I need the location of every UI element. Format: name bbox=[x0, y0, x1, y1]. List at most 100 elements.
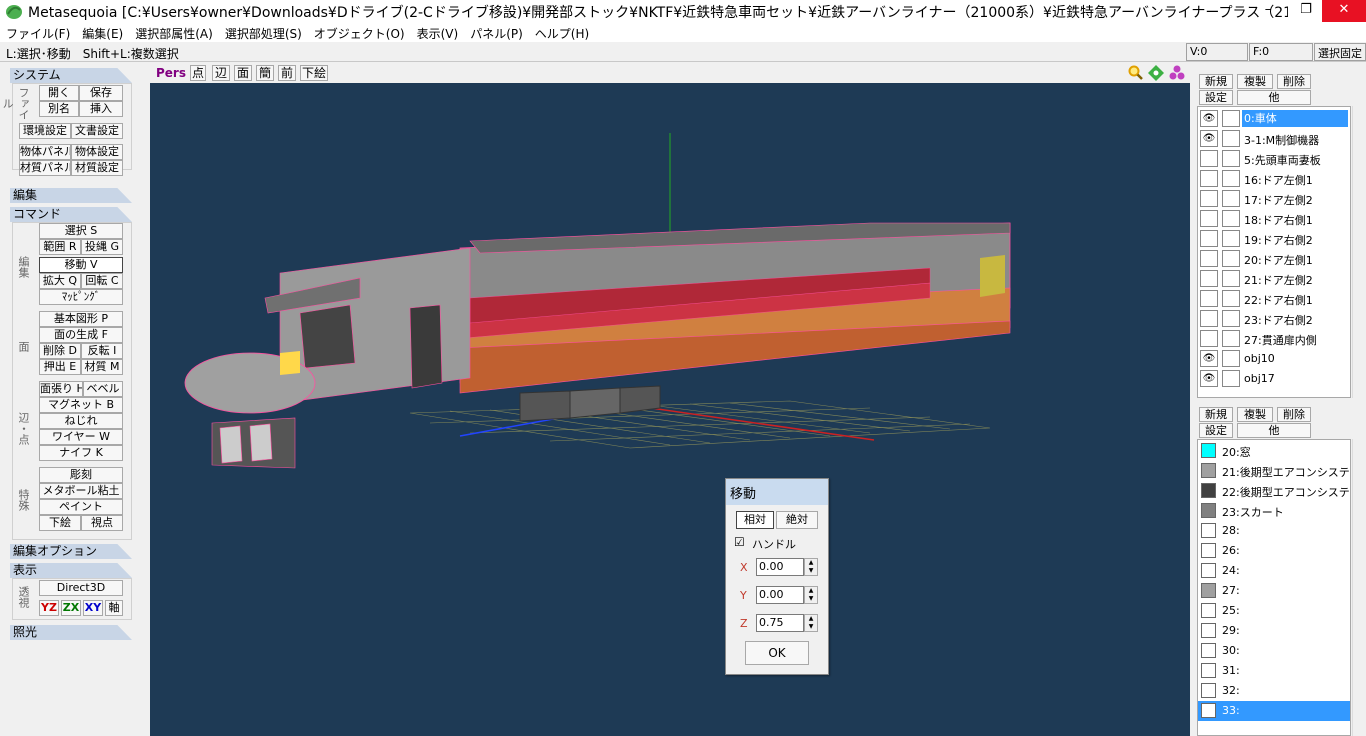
range-button[interactable]: 範囲 R bbox=[39, 239, 81, 255]
object-row[interactable]: 19:ドア右側2 bbox=[1198, 229, 1350, 249]
material-other-button[interactable]: 他 bbox=[1237, 423, 1311, 438]
face-toggle[interactable]: 面 bbox=[234, 65, 252, 81]
bevel-button[interactable]: ベベル bbox=[83, 381, 123, 397]
insert-button[interactable]: 挿入 bbox=[79, 101, 123, 117]
mapping-button[interactable]: ﾏｯﾋﾟﾝｸﾞ bbox=[39, 289, 123, 305]
material-row[interactable]: 29: bbox=[1198, 621, 1350, 641]
menu-selection-proc[interactable]: 選択部処理(S) bbox=[219, 25, 308, 42]
lock-toggle[interactable] bbox=[1222, 150, 1240, 167]
lock-toggle[interactable] bbox=[1222, 130, 1240, 147]
edit-options-header[interactable]: 編集オプション bbox=[10, 544, 132, 559]
object-settings-button[interactable]: 設定 bbox=[1199, 90, 1233, 105]
visibility-eye-icon[interactable]: 👁 bbox=[1200, 350, 1218, 367]
system-header[interactable]: システム bbox=[10, 68, 132, 83]
material-settings-button[interactable]: 設定 bbox=[1199, 423, 1233, 438]
absolute-button[interactable]: 絶対 bbox=[776, 511, 818, 529]
menu-selection-attr[interactable]: 選択部属性(A) bbox=[129, 25, 219, 42]
object-row[interactable]: 👁 obj10 bbox=[1198, 349, 1350, 369]
lock-toggle[interactable] bbox=[1222, 290, 1240, 307]
open-button[interactable]: 開く bbox=[39, 85, 79, 101]
object-row[interactable]: 20:ドア左側1 bbox=[1198, 249, 1350, 269]
command-header[interactable]: コマンド bbox=[10, 207, 132, 222]
visibility-eye-icon[interactable] bbox=[1200, 170, 1218, 187]
save-as-button[interactable]: 別名 bbox=[39, 101, 79, 117]
object-row[interactable]: 5:先頭車両妻板 bbox=[1198, 149, 1350, 169]
scale-button[interactable]: 拡大 Q bbox=[39, 273, 81, 289]
material-copy-button[interactable]: 複製 bbox=[1237, 407, 1273, 422]
object-row[interactable]: 17:ドア左側2 bbox=[1198, 189, 1350, 209]
lock-toggle[interactable] bbox=[1222, 250, 1240, 267]
paint-button[interactable]: ペイント bbox=[39, 499, 123, 515]
z-input[interactable]: 0.75 bbox=[756, 614, 804, 632]
simple-toggle[interactable]: 簡 bbox=[256, 65, 274, 81]
visibility-eye-icon[interactable] bbox=[1200, 190, 1218, 207]
material-row[interactable]: 26: bbox=[1198, 541, 1350, 561]
edge-toggle[interactable]: 辺 bbox=[212, 65, 230, 81]
xy-view-button[interactable]: XY bbox=[83, 600, 103, 616]
direct3d-button[interactable]: Direct3D bbox=[39, 580, 123, 596]
object-other-button[interactable]: 他 bbox=[1237, 90, 1311, 105]
visibility-eye-icon[interactable] bbox=[1200, 310, 1218, 327]
sculpt-button[interactable]: 彫刻 bbox=[39, 467, 123, 483]
ok-button[interactable]: OK bbox=[745, 641, 809, 665]
object-row[interactable]: 16:ドア左側1 bbox=[1198, 169, 1350, 189]
zoom-icon[interactable] bbox=[1128, 65, 1144, 81]
object-row[interactable]: 👁 0:車体 bbox=[1198, 109, 1350, 129]
material-delete-button[interactable]: 削除 bbox=[1277, 407, 1311, 422]
material-row[interactable]: 30: bbox=[1198, 641, 1350, 661]
zx-view-button[interactable]: ZX bbox=[61, 600, 81, 616]
material-button[interactable]: 材質 M bbox=[81, 359, 123, 375]
object-row[interactable]: 👁 obj17 bbox=[1198, 369, 1350, 389]
x-spinner[interactable]: ▲ ▼ bbox=[804, 558, 818, 576]
twist-button[interactable]: ねじれ bbox=[39, 413, 123, 429]
material-row[interactable]: 25: bbox=[1198, 601, 1350, 621]
z-spinner[interactable]: ▲ ▼ bbox=[804, 614, 818, 632]
menu-view[interactable]: 表示(V) bbox=[411, 25, 465, 42]
material-settings-button[interactable]: 材質設定 bbox=[71, 160, 123, 176]
material-list-scrollbar[interactable] bbox=[1352, 439, 1366, 736]
visibility-eye-icon[interactable] bbox=[1200, 210, 1218, 227]
vertex-toggle[interactable]: 点 bbox=[190, 65, 206, 81]
visibility-eye-icon[interactable]: 👁 bbox=[1200, 110, 1218, 127]
axis-button[interactable]: 軸 bbox=[105, 600, 123, 616]
underlay-toggle[interactable]: 下絵 bbox=[300, 65, 328, 81]
menu-help[interactable]: ヘルプ(H) bbox=[529, 25, 595, 42]
visibility-eye-icon[interactable] bbox=[1200, 150, 1218, 167]
menu-panel[interactable]: パネル(P) bbox=[464, 25, 529, 42]
visibility-eye-icon[interactable] bbox=[1200, 290, 1218, 307]
make-face-button[interactable]: 面の生成 F bbox=[39, 327, 123, 343]
material-row[interactable]: 33: bbox=[1198, 701, 1350, 721]
handle-checkbox[interactable]: ☑ bbox=[734, 535, 745, 549]
minimize-button[interactable]: – bbox=[1252, 0, 1284, 22]
material-row[interactable]: 27: bbox=[1198, 581, 1350, 601]
underlay-button[interactable]: 下絵 bbox=[39, 515, 81, 531]
lock-toggle[interactable] bbox=[1222, 370, 1240, 387]
extrude-button[interactable]: 押出 E bbox=[39, 359, 81, 375]
y-spinner[interactable]: ▲ ▼ bbox=[804, 586, 818, 604]
material-row[interactable]: 21:後期型エアコンシステム bbox=[1198, 461, 1350, 481]
display-header[interactable]: 表示 bbox=[10, 563, 132, 578]
visibility-eye-icon[interactable]: 👁 bbox=[1200, 130, 1218, 147]
object-list-scrollbar[interactable] bbox=[1352, 106, 1366, 398]
flip-button[interactable]: 反転 I bbox=[81, 343, 123, 359]
lock-toggle[interactable] bbox=[1222, 330, 1240, 347]
metaball-button[interactable]: メタボール粘土 bbox=[39, 483, 123, 499]
object-row[interactable]: 18:ドア右側1 bbox=[1198, 209, 1350, 229]
material-row[interactable]: 24: bbox=[1198, 561, 1350, 581]
pan-icon[interactable] bbox=[1148, 65, 1164, 81]
menu-file[interactable]: ファイル(F) bbox=[0, 25, 76, 42]
x-input[interactable]: 0.00 bbox=[756, 558, 804, 576]
restore-button[interactable]: ❐ bbox=[1290, 0, 1322, 22]
y-input[interactable]: 0.00 bbox=[756, 586, 804, 604]
lock-toggle[interactable] bbox=[1222, 230, 1240, 247]
yz-view-button[interactable]: YZ bbox=[39, 600, 59, 616]
object-row[interactable]: 21:ドア左側2 bbox=[1198, 269, 1350, 289]
material-row[interactable]: 22:後期型エアコンシステム bbox=[1198, 481, 1350, 501]
save-button[interactable]: 保存 bbox=[79, 85, 123, 101]
select-button[interactable]: 選択 S bbox=[39, 223, 123, 239]
lock-toggle[interactable] bbox=[1222, 190, 1240, 207]
menu-edit[interactable]: 編集(E) bbox=[76, 25, 129, 42]
selection-lock-button[interactable]: 選択固定 bbox=[1314, 43, 1366, 61]
visibility-eye-icon[interactable]: 👁 bbox=[1200, 370, 1218, 387]
material-row[interactable]: 32: bbox=[1198, 681, 1350, 701]
